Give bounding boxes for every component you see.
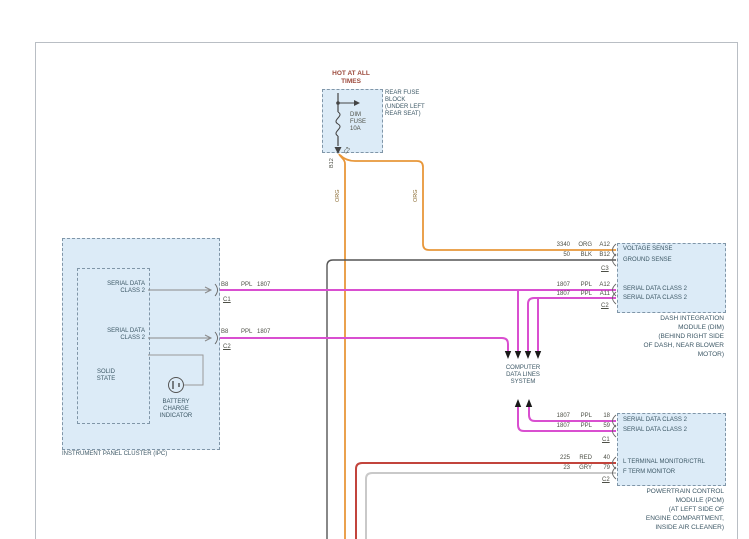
- ipc-connector-1: C1: [223, 297, 231, 303]
- ipc-indicator-loop: [148, 354, 204, 386]
- ipc-pin-2: B8: [221, 329, 229, 335]
- ipc-connector-arc-2: [214, 331, 218, 345]
- wiring-diagram-page: HOT AT ALL TIMES REAR FUSE BLOCK (UNDER …: [0, 0, 749, 539]
- dim-connector-c2: C2: [601, 303, 609, 309]
- dim-ground-sense-label: GROUND SENSE: [623, 257, 672, 263]
- pcm-f-term-label: F TERM MONITOR: [623, 469, 676, 475]
- wire-label-row: 1807 PPL 59: [556, 423, 610, 429]
- wire-label-row: 1807 PPL 18: [556, 413, 610, 419]
- wire-label-row: 225 RED 40: [559, 455, 610, 461]
- ipc-serial-label-2: SERIAL DATA CLASS 2: [107, 328, 145, 341]
- bus-up-arrow-icon: [525, 399, 533, 407]
- rear-fuse-block-name: REAR FUSE BLOCK (UNDER LEFT REAR SEAT): [385, 90, 425, 117]
- down-arrowhead-icon: [334, 147, 342, 154]
- pcm-connector-c2: C2: [602, 477, 610, 483]
- dim-serial-label-2: SERIAL DATA CLASS 2: [623, 295, 687, 301]
- dim-voltage-sense-label: VOLTAGE SENSE: [623, 246, 673, 252]
- pcm-serial-label-1: SERIAL DATA CLASS 2: [623, 417, 687, 423]
- solid-state-label: SOLID STATE: [96, 369, 116, 382]
- org-wire-tag-right: ORG: [413, 189, 419, 202]
- ipc-wire-color-1: PPL: [241, 282, 253, 288]
- hot-at-all-times-label: HOT AT ALL TIMES: [332, 70, 370, 85]
- bus-down-arrow-icon: [534, 351, 542, 359]
- org-wire-tag-left: ORG: [335, 189, 341, 202]
- pcm-connector-c1: C1: [602, 437, 610, 443]
- orange-wire-left: [338, 153, 346, 539]
- ipc-connector-2: C2: [223, 344, 231, 350]
- ipc-serial-label-1: SERIAL DATA CLASS 2: [107, 281, 145, 294]
- bus-down-arrow-icon: [504, 351, 512, 359]
- ipc-pin-1: B8: [221, 282, 229, 288]
- dim-connector-c3: C3: [601, 266, 609, 272]
- dim-fuse-label: DIM FUSE 10A: [350, 112, 367, 132]
- orange-wire-to-dim: [339, 154, 616, 251]
- fuse-pin-left-label: B12: [329, 158, 335, 168]
- pcm-l-terminal-label: L TERMINAL MONITOR/CTRL: [623, 459, 706, 465]
- ipc-connector-arc-1: [214, 283, 218, 297]
- ipc-circuit-2: 1807: [257, 329, 271, 335]
- pcm-serial-label-2: SERIAL DATA CLASS 2: [623, 427, 687, 433]
- dim-serial-label-1: SERIAL DATA CLASS 2: [623, 286, 687, 292]
- bus-down-arrow-icon: [524, 351, 532, 359]
- ipc-circuit-1: 1807: [257, 282, 271, 288]
- ipc-wire-color-2: PPL: [241, 329, 253, 335]
- computer-data-lines-label: COMPUTER DATA LINES SYSTEM: [505, 365, 541, 385]
- pcm-module-name: POWERTRAIN CONTROL MODULE (PCM) (AT LEFT…: [645, 488, 724, 531]
- bus-down-arrow-icon: [514, 351, 522, 359]
- wire-label-row: 23 GRY 79: [563, 465, 610, 471]
- wire-label-row: 1807 PPL A11: [556, 291, 610, 297]
- ppl-wire-ipc-c2: [220, 337, 509, 351]
- right-arrowhead-icon: [354, 100, 360, 106]
- wire-label-row: 3340 ORG A12: [556, 242, 610, 248]
- wire-label-row: 1807 PPL A12: [556, 282, 610, 288]
- battery-charge-indicator-lamp-icon: [168, 377, 184, 393]
- wire-label-row: 50 BLK B12: [563, 252, 610, 258]
- battery-charge-indicator-label: BATTERY CHARGE INDICATOR: [159, 399, 193, 419]
- battery-symbol-icon: [172, 381, 180, 389]
- fuse-element-symbol: [335, 111, 341, 137]
- ipc-title: INSTRUMENT PANEL CLUSTER (IPC): [62, 451, 168, 457]
- dim-module-name: DASH INTEGRATION MODULE (DIM) (BEHIND RI…: [643, 315, 724, 358]
- bus-up-arrow-icon: [514, 399, 522, 407]
